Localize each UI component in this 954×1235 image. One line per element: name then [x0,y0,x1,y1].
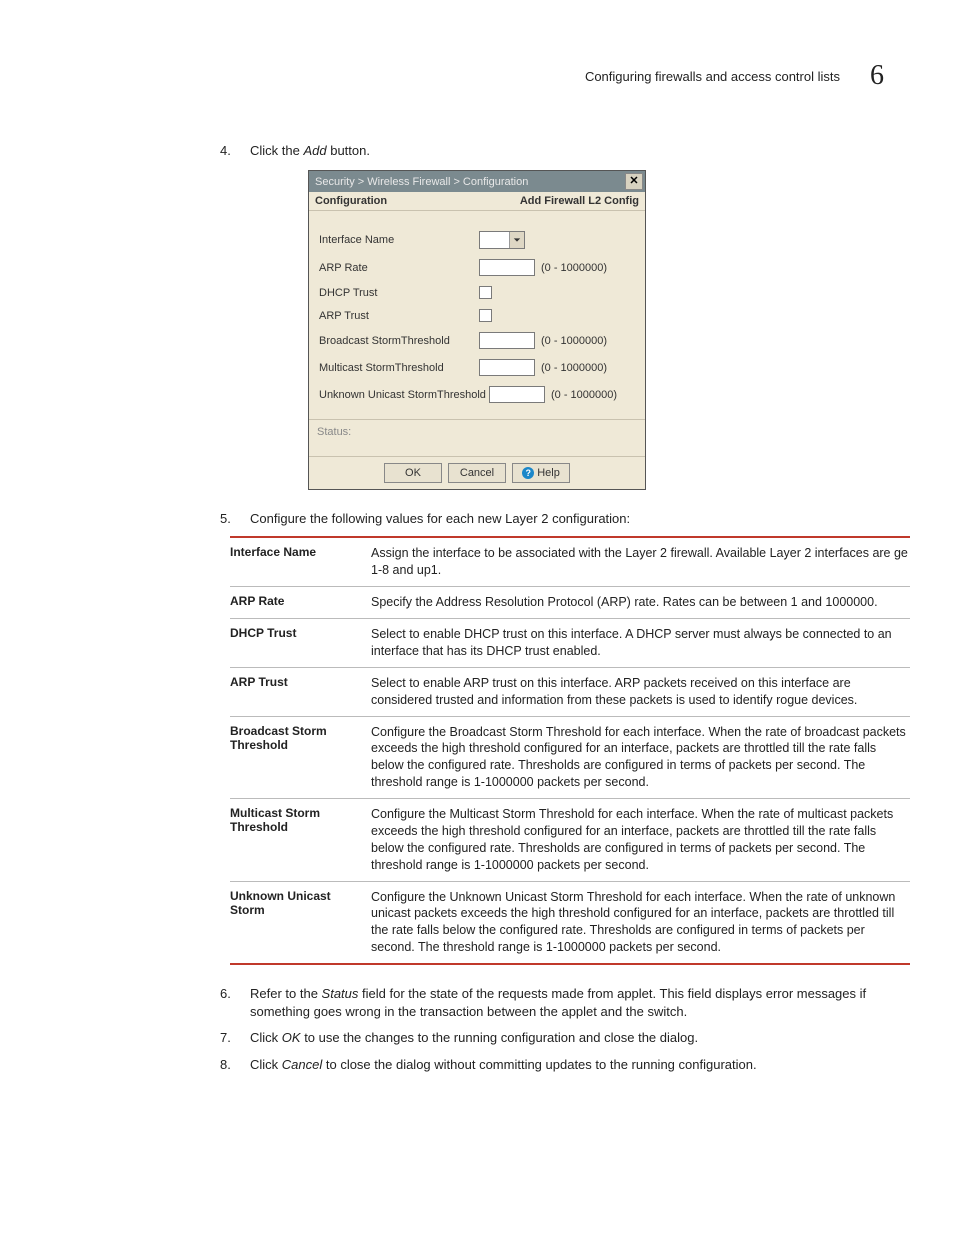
help-label: Help [537,467,560,479]
def-term: ARP Rate [230,594,371,611]
def-desc: Assign the interface to be associated wi… [371,545,910,579]
cancel-button[interactable]: Cancel [448,463,506,483]
step-text: Click the Add button. [250,142,884,160]
ok-button[interactable]: OK [384,463,442,483]
interface-name-select[interactable] [479,231,525,249]
def-term: Multicast Storm Threshold [230,806,371,874]
text: Click [250,1030,282,1045]
dialog-titlebar: Security > Wireless Firewall > Configura… [309,171,645,192]
label-unknown-unicast-threshold: Unknown Unicast StormThreshold [319,389,489,401]
help-button[interactable]: ? Help [512,463,570,483]
step-8: 8. Click Cancel to close the dialog with… [220,1056,884,1074]
step-number: 8. [220,1056,250,1074]
def-desc: Select to enable DHCP trust on this inte… [371,626,910,660]
step-number: 5. [220,510,250,528]
range-hint: (0 - 1000000) [551,389,617,401]
step-text: Click Cancel to close the dialog without… [250,1056,884,1074]
step-text: Click OK to use the changes to the runni… [250,1029,884,1047]
dialog-sub-right: Add Firewall L2 Config [520,195,639,207]
chevron-down-icon [509,232,524,248]
status-label: Status: [317,426,351,438]
range-hint: (0 - 1000000) [541,362,607,374]
row-interface-name: Interface Name [319,231,635,249]
emphasis: Status [322,986,359,1001]
help-icon: ? [522,467,534,479]
dialog-button-bar: OK Cancel ? Help [309,456,645,489]
page-header: Configuring firewalls and access control… [70,60,884,92]
emphasis: OK [282,1030,301,1045]
label-arp-trust: ARP Trust [319,310,479,322]
status-field: Status: [309,419,645,456]
table-row: Interface Name Assign the interface to b… [230,538,910,587]
row-unknown-unicast-threshold: Unknown Unicast StormThreshold (0 - 1000… [319,386,635,403]
arp-trust-checkbox[interactable] [479,309,492,322]
label-arp-rate: ARP Rate [319,262,479,274]
label-multicast-threshold: Multicast StormThreshold [319,362,479,374]
def-term: Broadcast Storm Threshold [230,724,371,792]
table-row: Broadcast Storm Threshold Configure the … [230,717,910,800]
table-row: ARP Trust Select to enable ARP trust on … [230,668,910,717]
step-text: Refer to the Status field for the state … [250,985,884,1021]
def-term: ARP Trust [230,675,371,709]
label-dhcp-trust: DHCP Trust [319,287,479,299]
text: Refer to the [250,986,322,1001]
row-arp-trust: ARP Trust [319,309,635,322]
row-broadcast-threshold: Broadcast StormThreshold (0 - 1000000) [319,332,635,349]
definition-table: Interface Name Assign the interface to b… [230,536,910,965]
step-text: Configure the following values for each … [250,510,884,528]
text: button. [327,143,370,158]
range-hint: (0 - 1000000) [541,262,607,274]
label-broadcast-threshold: Broadcast StormThreshold [319,335,479,347]
dialog-sub-left: Configuration [315,195,387,207]
step-5: 5. Configure the following values for ea… [220,510,884,528]
broadcast-threshold-input[interactable] [479,332,535,349]
def-term: Interface Name [230,545,371,579]
table-row: Unknown Unicast Storm Configure the Unkn… [230,882,910,964]
close-icon[interactable]: ✕ [625,173,643,190]
emphasis: Cancel [282,1057,322,1072]
step-4: 4. Click the Add button. [220,142,884,160]
dialog-body: Interface Name ARP Rate (0 - 1000000) DH… [309,211,645,419]
def-desc: Configure the Unknown Unicast Storm Thre… [371,889,910,957]
range-hint: (0 - 1000000) [541,335,607,347]
row-arp-rate: ARP Rate (0 - 1000000) [319,259,635,276]
step-7: 7. Click OK to use the changes to the ru… [220,1029,884,1047]
table-row: Multicast Storm Threshold Configure the … [230,799,910,882]
row-dhcp-trust: DHCP Trust [319,286,635,299]
text: to close the dialog without committing u… [322,1057,756,1072]
def-desc: Configure the Broadcast Storm Threshold … [371,724,910,792]
unknown-unicast-threshold-input[interactable] [489,386,545,403]
step-number: 6. [220,985,250,1021]
table-row: ARP Rate Specify the Address Resolution … [230,587,910,619]
text: to use the changes to the running config… [301,1030,699,1045]
multicast-threshold-input[interactable] [479,359,535,376]
def-term: DHCP Trust [230,626,371,660]
chapter-number: 6 [870,60,884,92]
dialog-subheader: Configuration Add Firewall L2 Config [309,192,645,211]
step-number: 4. [220,142,250,160]
step-6: 6. Refer to the Status field for the sta… [220,985,884,1021]
header-title: Configuring firewalls and access control… [585,69,840,84]
row-multicast-threshold: Multicast StormThreshold (0 - 1000000) [319,359,635,376]
dialog-title: Security > Wireless Firewall > Configura… [315,176,625,188]
text: Click the [250,143,303,158]
add-firewall-dialog: Security > Wireless Firewall > Configura… [308,170,646,490]
def-desc: Configure the Multicast Storm Threshold … [371,806,910,874]
emphasis: Add [303,143,326,158]
def-term: Unknown Unicast Storm [230,889,371,957]
label-interface-name: Interface Name [319,234,479,246]
def-desc: Specify the Address Resolution Protocol … [371,594,910,611]
step-number: 7. [220,1029,250,1047]
table-row: DHCP Trust Select to enable DHCP trust o… [230,619,910,668]
arp-rate-input[interactable] [479,259,535,276]
def-desc: Select to enable ARP trust on this inter… [371,675,910,709]
dhcp-trust-checkbox[interactable] [479,286,492,299]
text: Click [250,1057,282,1072]
